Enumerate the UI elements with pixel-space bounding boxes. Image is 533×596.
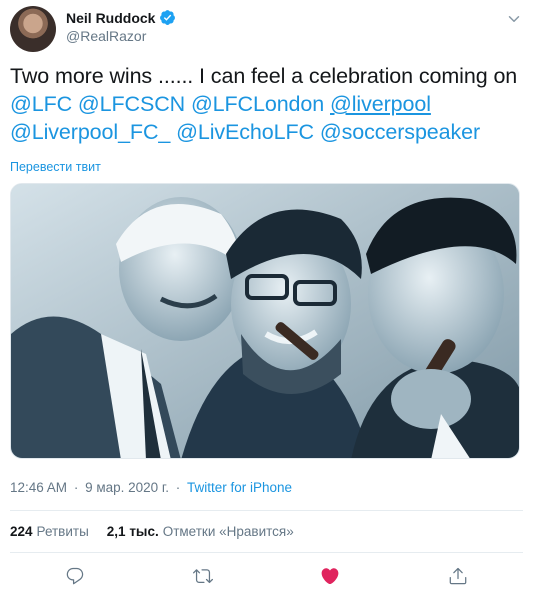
avatar[interactable] [10,6,56,52]
tweet-text-line: @Liverpool_FC_ @LivEchoLFC @soccerspeake… [10,118,525,146]
tweet-date[interactable]: 9 мар. 2020 г. [85,480,169,495]
tweet-text-segment: Two more wins ...... I can feel a celebr… [10,64,518,88]
tweet-source-link[interactable]: Twitter for iPhone [187,480,292,495]
mention-link-lfcscn[interactable]: @LFCSCN [78,92,185,116]
tweet-photo[interactable] [10,183,520,459]
retweet-icon [193,569,213,584]
share-button[interactable] [445,563,471,589]
mention-link-soccerspeaker[interactable]: @soccerspeaker [320,120,480,144]
translate-tweet-link[interactable]: Перевести твит [10,160,101,174]
share-icon [449,567,467,585]
tweet-text-line: @LFC @LFCSCN @LFCLondon @liverpool [10,90,525,118]
tweet-actions [0,563,533,589]
mention-link-liverpool_fc_[interactable]: @Liverpool_FC_ [10,120,170,144]
author-handle[interactable]: @RealRazor [66,28,146,44]
retweet-button[interactable] [190,563,216,589]
tweet-text: Two more wins ...... I can feel a celebr… [10,62,525,146]
divider [10,510,523,511]
divider [10,552,523,553]
mention-link-lfc[interactable]: @LFC [10,92,72,116]
tweet-stats: 224 Ретвиты 2,1 тыс. Отметки «Нравится» [10,524,294,539]
meta-separator: · [73,480,79,495]
author-display-name[interactable]: Neil Ruddock [66,10,155,26]
chevron-down-icon[interactable] [505,10,523,28]
retweets-stat[interactable]: 224 Ретвиты [10,524,89,539]
tweet-text-line: Two more wins ...... I can feel a celebr… [10,62,525,90]
retweets-label: Ретвиты [36,524,89,539]
tweet-card: Neil Ruddock @RealRazor Two more wins ..… [0,0,533,596]
likes-label: Отметки «Нравится» [162,524,294,539]
like-button[interactable] [317,563,343,589]
meta-separator: · [175,480,181,495]
speech-bubble-icon [66,567,84,585]
verified-badge-icon [160,10,176,25]
tweet-meta: 12:46 AM · 9 мар. 2020 г. · Twitter for … [10,480,292,495]
heart-icon [321,568,339,585]
mention-link-liverpool[interactable]: @liverpool [330,92,431,116]
retweets-count: 224 [10,524,33,539]
author-name-row: Neil Ruddock [66,9,176,26]
photo-illustration [11,184,519,458]
mention-link-lfclondon[interactable]: @LFCLondon [191,92,324,116]
likes-count: 2,1 тыс. [106,524,159,539]
tweet-time[interactable]: 12:46 AM [10,480,67,495]
likes-stat[interactable]: 2,1 тыс. Отметки «Нравится» [107,524,294,539]
mention-link-livecholfc[interactable]: @LivEchoLFC [176,120,314,144]
reply-button[interactable] [62,563,88,589]
